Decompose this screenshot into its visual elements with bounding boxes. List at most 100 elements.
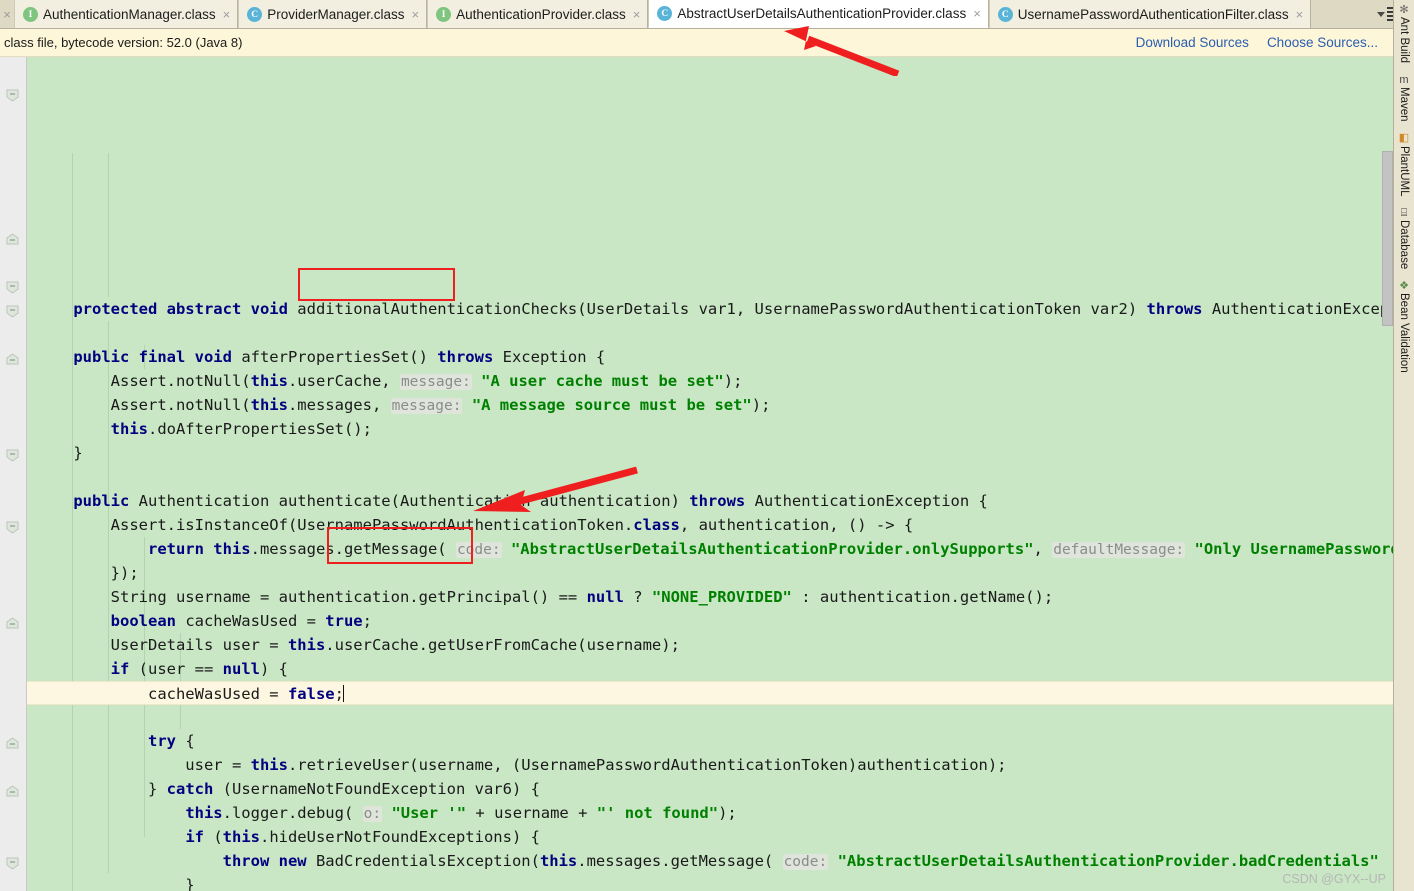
code-token: null: [586, 588, 624, 606]
code-token: .userCache.getUserFromCache(username);: [325, 636, 680, 654]
tab-scroll-left-close-icon[interactable]: ×: [0, 0, 14, 28]
code-line[interactable]: [27, 273, 1393, 297]
tool-window-button-1[interactable]: m Maven: [1394, 73, 1414, 122]
editor-tab-label: AuthenticationManager.class: [43, 6, 216, 22]
code-token: }: [36, 876, 195, 891]
code-token: (: [203, 828, 223, 846]
code-token: true: [325, 612, 363, 630]
code-token: if: [110, 660, 130, 678]
code-token: }: [36, 780, 167, 798]
tab-close-icon[interactable]: ×: [973, 6, 981, 21]
code-token: class: [633, 516, 680, 534]
code-line[interactable]: Assert.notNull(this.userCache, message: …: [27, 369, 1393, 393]
code-line[interactable]: boolean cacheWasUsed = true;: [27, 609, 1393, 633]
tab-close-icon[interactable]: ×: [633, 7, 641, 22]
code-token: }: [36, 444, 83, 462]
code-token: "Only UsernamePasswordAuthenticationToke…: [1194, 540, 1393, 558]
editor-tab-1[interactable]: C ProviderManager.class ×: [238, 0, 428, 28]
fold-marker-collapse-icon[interactable]: [6, 281, 19, 294]
tool-window-button-4[interactable]: ❖ Bean Validation: [1394, 279, 1414, 373]
tool-window-button-2[interactable]: ◧ PlantUML: [1394, 132, 1414, 196]
tool-window-button-3[interactable]: ⌸ Database: [1394, 206, 1414, 270]
code-token: this: [250, 756, 288, 774]
editor-vertical-scrollbar[interactable]: [1382, 57, 1393, 891]
chevron-down-icon[interactable]: [1377, 11, 1385, 17]
tab-close-icon[interactable]: ×: [1296, 7, 1304, 22]
plantuml-icon: ◧: [1398, 132, 1410, 145]
tool-window-button-0[interactable]: ✻ Ant Build: [1394, 3, 1414, 64]
code-line[interactable]: return this.messages.getMessage( code: "…: [27, 537, 1393, 561]
editor-tab-0[interactable]: I AuthenticationManager.class ×: [14, 0, 239, 28]
code-token: );: [751, 396, 771, 414]
code-line[interactable]: UserDetails user = this.userCache.getUse…: [27, 633, 1393, 657]
code-token: code:: [782, 854, 829, 870]
code-line[interactable]: protected abstract void additionalAuthen…: [27, 297, 1393, 321]
code-token: afterPropertiesSet(): [241, 348, 438, 366]
scrollbar-thumb[interactable]: [1382, 151, 1393, 326]
fold-marker-end-icon[interactable]: [6, 737, 19, 750]
tab-close-icon[interactable]: ×: [412, 7, 420, 22]
code-token: boolean: [110, 612, 176, 630]
code-line[interactable]: public Authentication authenticate(Authe…: [27, 489, 1393, 513]
fold-marker-end-icon[interactable]: [6, 233, 19, 246]
code-line[interactable]: user = this.retrieveUser(username, (User…: [27, 753, 1393, 777]
choose-sources-link[interactable]: Choose Sources...: [1267, 35, 1378, 50]
text-cursor: [342, 685, 344, 702]
code-line[interactable]: }: [27, 441, 1393, 465]
code-line[interactable]: [27, 465, 1393, 489]
code-line[interactable]: Assert.isInstanceOf(UsernamePasswordAuth…: [27, 513, 1393, 537]
code-line[interactable]: public final void afterPropertiesSet() t…: [27, 345, 1393, 369]
code-token: ;: [362, 612, 372, 630]
code-content[interactable]: protected abstract void additionalAuthen…: [27, 57, 1393, 891]
database-icon: ⌸: [1400, 206, 1408, 219]
code-token: cacheWasUsed =: [175, 612, 326, 630]
code-line[interactable]: throw new BadCredentialsException(this.m…: [27, 849, 1393, 873]
code-token: additionalAuthenticationChecks(UserDetai…: [297, 300, 1147, 318]
code-line[interactable]: try {: [27, 729, 1393, 753]
code-token: Assert.isInstanceOf(UsernamePasswordAuth…: [36, 516, 634, 534]
tool-window-label: Ant Build: [1398, 17, 1410, 64]
editor-tab-2[interactable]: I AuthenticationProvider.class ×: [427, 0, 649, 28]
editor-gutter[interactable]: [0, 57, 27, 891]
fold-marker-collapse-icon[interactable]: [6, 305, 19, 318]
code-line[interactable]: this.logger.debug( o: "User '" + usernam…: [27, 801, 1393, 825]
editor-tab-3[interactable]: C AbstractUserDetailsAuthenticationProvid…: [648, 0, 989, 28]
code-token: try: [147, 732, 176, 750]
code-line[interactable]: if (user == null) {: [27, 657, 1393, 681]
code-editor[interactable]: protected abstract void additionalAuthen…: [0, 57, 1393, 891]
code-line[interactable]: if (this.hideUserNotFoundExceptions) {: [27, 825, 1393, 849]
tabbar-spacer: [1311, 0, 1373, 28]
code-line[interactable]: }: [27, 873, 1393, 891]
download-sources-link[interactable]: Download Sources: [1136, 35, 1249, 50]
code-line[interactable]: Assert.notNull(this.messages, message: "…: [27, 393, 1393, 417]
code-token: throw new: [222, 852, 307, 870]
fold-marker-collapse-icon[interactable]: [6, 89, 19, 102]
fold-marker-collapse-icon[interactable]: [6, 521, 19, 534]
code-line[interactable]: });: [27, 561, 1393, 585]
tab-close-icon[interactable]: ×: [223, 7, 231, 22]
code-line[interactable]: [27, 321, 1393, 345]
fold-marker-end-icon[interactable]: [6, 353, 19, 366]
code-line[interactable]: cacheWasUsed = false;: [27, 681, 1393, 705]
code-line[interactable]: } catch (UsernameNotFoundException var6)…: [27, 777, 1393, 801]
code-line[interactable]: this.doAfterPropertiesSet();: [27, 417, 1393, 441]
editor-tab-4[interactable]: C UsernamePasswordAuthenticationFilter.cl…: [988, 0, 1312, 28]
tool-window-label: Bean Validation: [1398, 293, 1410, 374]
fold-marker-collapse-icon[interactable]: [6, 449, 19, 462]
fold-marker-end-icon[interactable]: [6, 785, 19, 798]
code-line[interactable]: String username = authentication.getPrin…: [27, 585, 1393, 609]
code-token: public final void: [73, 348, 242, 366]
bytecode-version-text: class file, bytecode version: 52.0 (Java…: [4, 35, 243, 50]
bean-icon: ❖: [1399, 279, 1409, 292]
code-token: .messages,: [287, 396, 391, 414]
fold-marker-end-icon[interactable]: [6, 617, 19, 630]
code-line[interactable]: [27, 705, 1393, 729]
code-token: message:: [390, 398, 463, 414]
code-token: this: [287, 636, 326, 654]
code-token: Authentication authenticate(Authenticati…: [129, 492, 690, 510]
fold-marker-collapse-icon[interactable]: [6, 857, 19, 870]
